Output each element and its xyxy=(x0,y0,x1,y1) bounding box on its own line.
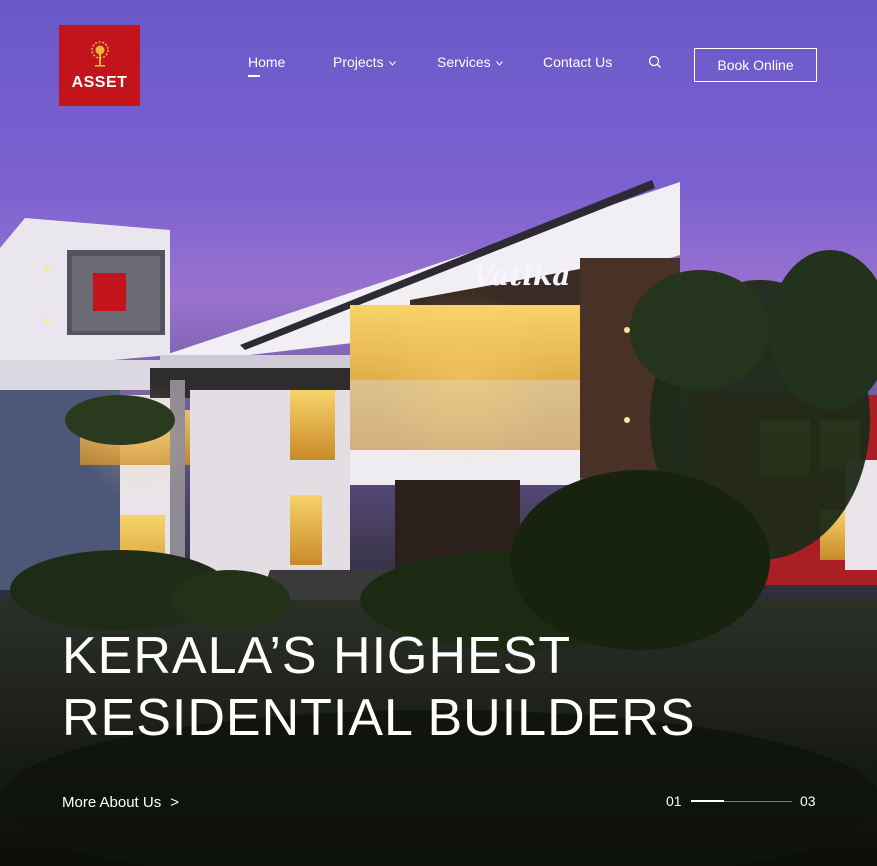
headline-line-2: RESIDENTIAL BUILDERS xyxy=(62,689,696,747)
slider-progress-fill xyxy=(691,800,724,802)
search-icon[interactable] xyxy=(648,55,662,69)
current-slide-number: 01 xyxy=(666,793,682,809)
hero-headline: KERALA’S HIGHEST RESIDENTIAL BUILDERS xyxy=(62,625,696,749)
nav-item-contact[interactable]: Contact Us xyxy=(543,54,612,70)
vatika-sign: Vatika xyxy=(472,259,570,292)
slider-pagination[interactable]: 01 03 xyxy=(666,793,821,813)
chevron-down-icon xyxy=(388,60,396,66)
more-about-us-label: More About Us xyxy=(62,794,162,811)
chevron-down-icon xyxy=(495,60,503,66)
nav-item-label: Home xyxy=(248,54,286,70)
nav-item-home[interactable]: Home xyxy=(248,54,285,70)
nav-item-services[interactable]: Services xyxy=(437,54,503,70)
nav-item-label: Projects xyxy=(333,54,384,70)
hero-section: Vatika ASSET Home Projects Services Cont… xyxy=(0,0,877,866)
total-slides-number: 03 xyxy=(800,793,816,809)
nav-item-projects[interactable]: Projects xyxy=(333,54,396,70)
nav-item-label: Services xyxy=(437,54,491,70)
arrow-right-icon: > xyxy=(170,794,179,811)
more-about-us-link[interactable]: More About Us > xyxy=(62,794,179,811)
logo-text: ASSET xyxy=(71,73,128,91)
nav-item-label: Contact Us xyxy=(543,54,613,70)
book-online-button[interactable]: Book Online xyxy=(694,48,817,82)
active-indicator xyxy=(248,75,260,77)
headline-line-1: KERALA’S HIGHEST xyxy=(62,627,572,685)
